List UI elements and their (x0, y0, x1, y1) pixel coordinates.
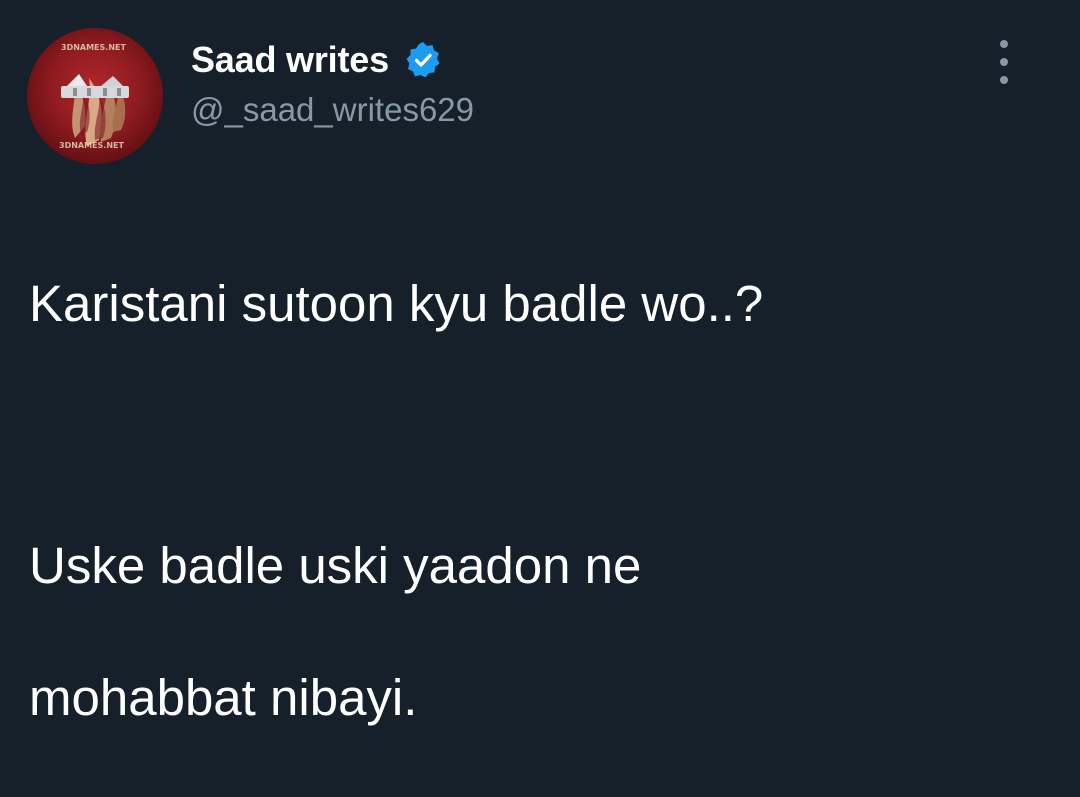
more-dot (1000, 40, 1008, 48)
author-handle[interactable]: @_saad_writes629 (191, 91, 474, 129)
author-name-row: Saad writes (191, 38, 443, 82)
tweet-text: Karistani sutoon kyu badle wo..? Uske ba… (29, 205, 1049, 797)
more-dot (1000, 58, 1008, 66)
display-name[interactable]: Saad writes (191, 39, 389, 81)
more-dot (1000, 76, 1008, 84)
avatar-watermark-bottom: 3DNAMES.NET (59, 141, 124, 150)
tweet-card: 3DNAMES.NET 3DNAMES.NET Saad writes @_sa… (0, 0, 1080, 726)
tweet-text-line: mohabbat nibayi. (29, 669, 418, 726)
avatar[interactable]: 3DNAMES.NET 3DNAMES.NET (27, 28, 163, 164)
avatar-logo-icon: 3DNAMES.NET 3DNAMES.NET (59, 43, 129, 150)
tweet-text-line: Karistani sutoon kyu badle wo..? (29, 275, 764, 332)
verified-badge-icon (403, 40, 443, 80)
avatar-watermark-top: 3DNAMES.NET (61, 43, 126, 52)
more-vertical-icon[interactable] (990, 40, 1018, 84)
tweet-text-line: Uske badle uski yaadon ne (29, 537, 642, 594)
